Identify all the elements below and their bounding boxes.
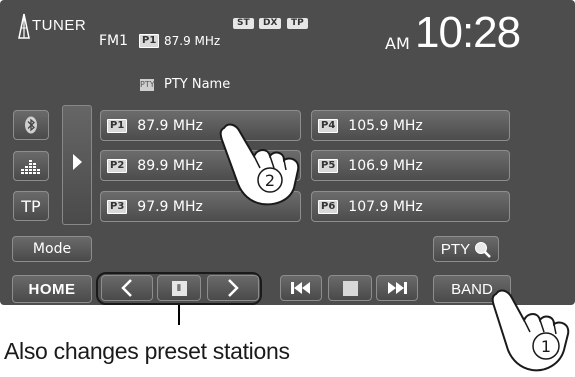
tp-button-label: TP <box>21 196 41 216</box>
am-pm-label: AM <box>385 34 410 53</box>
next-preset-button[interactable] <box>207 275 259 301</box>
caption-text: Also changes preset stations <box>4 338 290 364</box>
band-label: FM1 <box>99 33 129 49</box>
magnifier-icon <box>475 241 491 258</box>
preset-frequency: 89.9 MHz <box>137 157 203 174</box>
current-preset-badge: P1 <box>139 34 160 48</box>
preset-badge: P3 <box>107 199 128 214</box>
dx-indicator: DX <box>259 18 282 29</box>
preset-list-icon: ▮ <box>171 280 187 296</box>
equalizer-button[interactable] <box>13 151 49 181</box>
seek-back-button[interactable] <box>280 275 322 301</box>
source-label: TUNER <box>32 17 87 34</box>
preset-frequency: 87.9 MHz <box>137 117 203 134</box>
skip-forward-icon <box>388 282 407 294</box>
previous-preset-button[interactable] <box>101 275 153 301</box>
preset-list-button[interactable]: ▮ <box>157 275 201 301</box>
skip-back-icon <box>291 282 310 294</box>
image-icon <box>342 280 358 296</box>
hand-pointer-icon: 2 <box>219 123 300 206</box>
bluetooth-button[interactable] <box>13 110 49 140</box>
st-indicator: ST <box>233 18 254 29</box>
pty-name: PTY Name <box>164 77 231 92</box>
pty-search-button[interactable]: PTY <box>433 236 499 262</box>
chevron-right-icon <box>228 279 239 297</box>
image-button[interactable] <box>328 275 372 301</box>
preset-badge: P5 <box>318 158 339 173</box>
mode-button[interactable]: Mode <box>12 236 92 262</box>
antenna-icon <box>18 13 30 39</box>
preset-button-6[interactable]: P6 107.9 MHz <box>311 191 510 222</box>
preset-badge: P4 <box>318 118 339 133</box>
home-button[interactable]: HOME <box>12 275 92 303</box>
tp-button[interactable]: TP <box>13 191 49 221</box>
hand-pointer-icon: 1 <box>491 289 570 372</box>
callout-pointer-line <box>178 305 180 325</box>
preset-badge: P2 <box>107 158 128 173</box>
clock: 10:28 <box>415 8 521 57</box>
bluetooth-icon <box>25 116 37 134</box>
preset-frequency: 97.9 MHz <box>137 198 203 215</box>
preset-button-5[interactable]: P5 106.9 MHz <box>311 150 510 181</box>
equalizer-icon <box>21 160 40 174</box>
tp-indicator: TP <box>287 18 308 29</box>
preset-frequency: 106.9 MHz <box>348 157 423 174</box>
step-1-number: 1 <box>541 337 551 356</box>
preset-badge: P6 <box>318 199 339 214</box>
step-2-number: 2 <box>265 171 275 190</box>
preset-badge: P1 <box>107 118 128 133</box>
pty-search-label: PTY <box>440 240 471 258</box>
current-frequency: 87.9 MHz <box>164 34 221 48</box>
chevron-left-icon <box>121 279 132 297</box>
pty-icon: PTY <box>140 79 155 91</box>
preset-frequency: 107.9 MHz <box>348 198 423 215</box>
play-icon <box>73 154 82 170</box>
preset-frequency: 105.9 MHz <box>348 117 423 134</box>
seek-forward-button[interactable] <box>376 275 418 301</box>
preset-button-4[interactable]: P4 105.9 MHz <box>311 110 510 141</box>
